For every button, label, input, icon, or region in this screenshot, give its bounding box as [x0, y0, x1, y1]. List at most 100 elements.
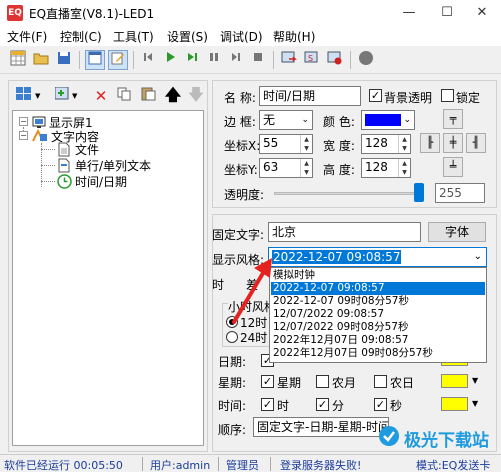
tree-item-file[interactable]: 文件: [75, 141, 99, 158]
align-top-icon[interactable]: ╤: [443, 109, 463, 129]
tree-view[interactable]: − 显示屏1 − 文字内容 文件 单行/单列文本 时间/日期: [12, 110, 204, 446]
window-icon[interactable]: [85, 50, 105, 70]
hour24-radio[interactable]: [226, 331, 238, 343]
chevron-down-icon[interactable]: ▼: [72, 92, 77, 100]
y-spinner[interactable]: 63 ▲ ▼: [259, 158, 313, 178]
stop-icon[interactable]: [248, 50, 268, 70]
menu-debug[interactable]: 调试(D): [220, 28, 263, 45]
align-bottom-icon[interactable]: ╧: [443, 157, 463, 177]
status-user: 用户:admin: [150, 459, 211, 472]
status-role: 管理员: [226, 459, 259, 472]
export-icon[interactable]: [279, 50, 299, 70]
minute-checkbox[interactable]: ✓: [316, 398, 329, 411]
width-value: 128: [365, 136, 388, 150]
week-color-swatch[interactable]: [441, 374, 468, 388]
border-select[interactable]: 无 ⌄: [259, 110, 313, 130]
lunar-day-checkbox[interactable]: [374, 375, 387, 388]
send-icon[interactable]: S: [302, 50, 322, 70]
tree-item-single-text[interactable]: 单行/单列文本: [75, 157, 151, 174]
dropdown-option[interactable]: 12/07/2022 09:08:57: [271, 308, 485, 321]
hour-checkbox[interactable]: ✓: [261, 398, 274, 411]
menu-settings[interactable]: 设置(S): [167, 28, 208, 45]
spinner-arrows-icon[interactable]: ▲ ▼: [300, 159, 312, 177]
order-field[interactable]: 固定文字-日期-星期-时间: [253, 417, 389, 437]
dropdown-option-selected[interactable]: 2022-12-07 09:08:57: [271, 282, 485, 295]
chevron-down-icon[interactable]: ▼: [35, 92, 40, 100]
align-right-icon[interactable]: ╢: [466, 133, 486, 153]
chevron-down-icon[interactable]: ▼: [472, 399, 478, 408]
delete-icon[interactable]: ✕: [91, 87, 111, 105]
transparency-value[interactable]: 255: [435, 183, 485, 203]
first-icon[interactable]: [138, 50, 158, 70]
chevron-down-icon: ⌄: [403, 115, 411, 125]
align-center-icon[interactable]: ╪: [443, 133, 463, 153]
menu-help[interactable]: 帮助(H): [273, 28, 315, 45]
chevron-down-icon[interactable]: ▼: [472, 376, 478, 385]
open-folder-icon[interactable]: [31, 50, 51, 70]
display-style-select[interactable]: 2022-12-07 09:08:57 ⌄: [268, 247, 487, 267]
transparency-slider-thumb[interactable]: [414, 183, 424, 202]
layout-icon[interactable]: [14, 87, 34, 105]
chevron-down-icon: ⌄: [473, 251, 482, 262]
x-spinner[interactable]: 55 ▲ ▼: [259, 134, 313, 154]
collapse-toggle[interactable]: −: [19, 131, 28, 140]
width-label: 宽 度:: [323, 139, 355, 153]
dropdown-option[interactable]: 模拟时钟: [271, 269, 485, 282]
record-icon[interactable]: [356, 50, 376, 70]
edit-icon[interactable]: [108, 50, 128, 70]
close-button[interactable]: ✕: [463, 0, 501, 26]
maximize-button[interactable]: ☐: [428, 0, 466, 26]
tree-connector: [41, 181, 55, 182]
settings-icon[interactable]: [325, 50, 345, 70]
menu-control[interactable]: 控制(C): [60, 28, 102, 45]
time-color-swatch[interactable]: [441, 397, 468, 411]
move-up-icon[interactable]: 🡅: [163, 86, 183, 104]
name-field[interactable]: 时间/日期: [259, 86, 361, 106]
transparency-slider-track[interactable]: [274, 192, 424, 195]
x-value: 55: [263, 136, 279, 150]
menu-file[interactable]: 文件(F): [7, 28, 47, 45]
svg-text:S: S: [308, 54, 313, 63]
copy-icon[interactable]: [115, 87, 135, 105]
display-style-dropdown[interactable]: 模拟时钟 2022-12-07 09:08:57 2022-12-07 09时0…: [269, 267, 487, 363]
second-checkbox[interactable]: ✓: [374, 398, 387, 411]
step-icon[interactable]: [182, 50, 202, 70]
width-spinner[interactable]: 128 ▲ ▼: [361, 134, 411, 154]
play-icon[interactable]: [160, 50, 180, 70]
align-left-icon[interactable]: ╟: [420, 133, 440, 153]
lunar-month-checkbox[interactable]: [316, 375, 329, 388]
pause-icon[interactable]: [204, 50, 224, 70]
grid-icon[interactable]: [8, 50, 28, 70]
next-icon[interactable]: [226, 50, 246, 70]
fixed-text-field[interactable]: 北京: [268, 222, 421, 242]
move-down-icon[interactable]: 🡇: [186, 86, 206, 104]
week-checkbox[interactable]: ✓: [261, 375, 274, 388]
color-select[interactable]: ⌄: [361, 110, 415, 130]
dropdown-option[interactable]: 2022-12-07 09时08分57秒: [271, 295, 485, 308]
spinner-arrows-icon[interactable]: ▲ ▼: [300, 135, 312, 153]
status-bar: 软件已经运行 00:05:50 用户:admin 管理员 登录服务器失败! 模式…: [0, 454, 501, 472]
minimize-button[interactable]: —: [390, 0, 428, 26]
height-spinner[interactable]: 128 ▲ ▼: [361, 158, 411, 178]
bg-transparent-checkbox[interactable]: ✓: [369, 89, 382, 102]
dropdown-option[interactable]: 2022年12月07日 09时08分57秒: [271, 347, 485, 360]
lock-checkbox[interactable]: [441, 89, 454, 102]
menu-tools[interactable]: 工具(T): [113, 28, 154, 45]
tree-item-datetime[interactable]: 时间/日期: [75, 173, 127, 190]
status-running: 软件已经运行 00:05:50: [4, 459, 123, 472]
save-icon[interactable]: [54, 50, 74, 70]
week-opt2-label: 农月: [332, 376, 357, 390]
spinner-arrows-icon[interactable]: ▲ ▼: [398, 159, 410, 177]
toolbar: S: [0, 46, 501, 74]
paste-icon[interactable]: [139, 87, 159, 105]
dropdown-option[interactable]: 12/07/2022 09时08分57秒: [271, 321, 485, 334]
toolbar-separator: [133, 51, 134, 69]
time-opt3-label: 秒: [390, 399, 403, 413]
spinner-arrows-icon[interactable]: ▲ ▼: [398, 135, 410, 153]
annotation-arrow-icon: [232, 258, 272, 324]
dropdown-option[interactable]: 2022年12月07日 09:08:57: [271, 334, 485, 347]
time-opt1-label: 时: [277, 399, 290, 413]
add-item-icon[interactable]: [53, 86, 73, 105]
font-button[interactable]: 字体: [428, 222, 486, 242]
collapse-toggle[interactable]: −: [19, 117, 28, 126]
